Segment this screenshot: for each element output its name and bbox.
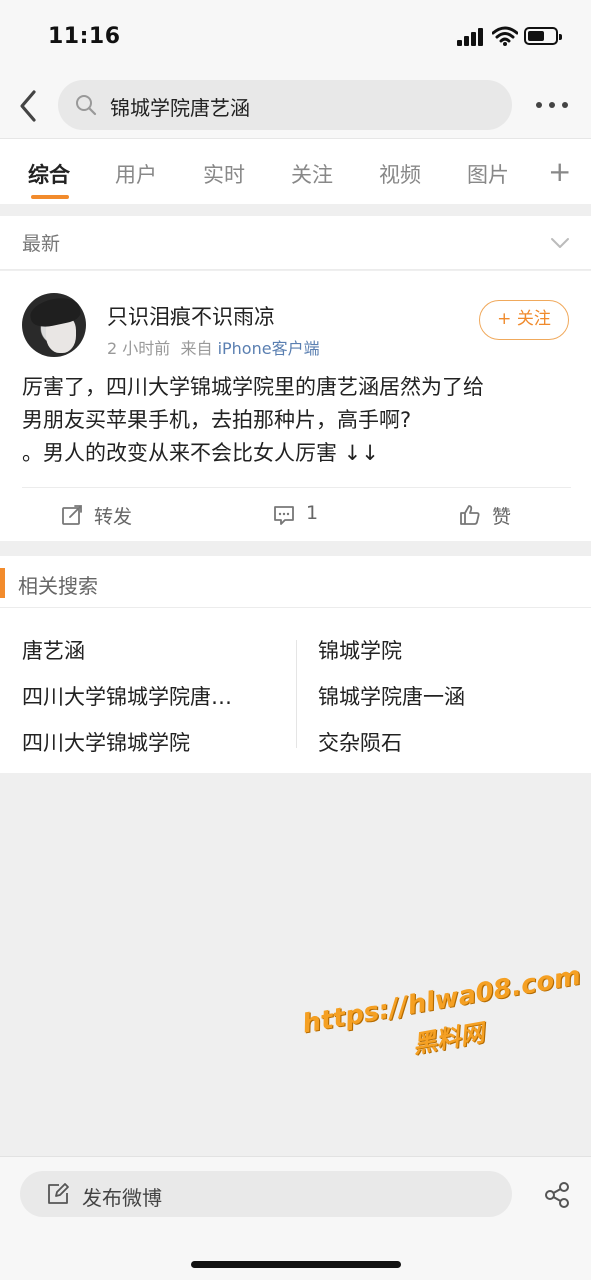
post-source-prefix: 来自: [180, 339, 213, 358]
weibo-post: 只识泪痕不识雨凉 2 小时前 来自 iPhone客户端 + 关注 厉害了，四川大…: [0, 271, 591, 541]
related-title: 相关搜索: [18, 574, 98, 598]
repost-icon: [62, 505, 82, 525]
edit-icon: [48, 1183, 69, 1204]
chevron-down-icon[interactable]: [550, 236, 570, 250]
comment-button[interactable]: 1: [272, 502, 352, 528]
related-header: 相关搜索: [0, 556, 591, 608]
battery-icon: [524, 27, 562, 45]
watermark: https://hlwa08.com 黑料网: [296, 960, 591, 1078]
back-arrow-icon[interactable]: [14, 86, 44, 126]
repost-label: 转发: [94, 506, 133, 528]
sort-bar[interactable]: 最新: [0, 216, 591, 270]
post-author-name[interactable]: 只识泪痕不识雨凉: [107, 301, 275, 331]
like-button[interactable]: 赞: [458, 502, 538, 528]
related-searches: 相关搜索 唐艺涵 四川大学锦城学院唐… 四川大学锦城学院 锦城学院 锦城学院唐一…: [0, 556, 591, 773]
search-header: 锦城学院唐艺涵: [0, 76, 591, 138]
sort-label: 最新: [22, 233, 61, 255]
column-divider: [296, 640, 297, 748]
tab-videos[interactable]: 视频: [379, 159, 421, 189]
cellular-signal-icon: [457, 28, 485, 46]
post-time: 2 小时前: [107, 339, 171, 358]
follow-button[interactable]: + 关注: [479, 300, 569, 340]
tab-comprehensive[interactable]: 综合: [28, 159, 70, 189]
active-tab-indicator: [31, 195, 69, 199]
post-text-line: 厉害了，四川大学锦城学院里的唐艺涵居然为了给: [22, 375, 484, 399]
avatar[interactable]: [22, 293, 86, 357]
post-content[interactable]: 厉害了，四川大学锦城学院里的唐艺涵居然为了给 男朋友买苹果手机，去拍那种片，高手…: [22, 371, 577, 470]
search-input[interactable]: 锦城学院唐艺涵: [58, 80, 512, 130]
post-meta: 2 小时前 来自 iPhone客户端: [107, 335, 320, 359]
section-accent-bar: [0, 568, 5, 598]
status-bar: 11:16: [0, 0, 591, 76]
wifi-icon: [492, 26, 518, 46]
post-text-line: 。男人的改变从来不会比女人厉害 ↓↓: [22, 441, 379, 465]
tab-users[interactable]: 用户: [115, 159, 157, 189]
related-item[interactable]: 锦城学院: [318, 635, 402, 665]
search-query: 锦城学院唐艺涵: [110, 96, 250, 120]
post-source[interactable]: iPhone客户端: [218, 339, 320, 358]
like-label: 赞: [492, 506, 512, 528]
thumbs-up-icon: [460, 505, 480, 525]
search-icon: [76, 95, 97, 116]
status-time: 11:16: [48, 24, 121, 49]
tab-following[interactable]: 关注: [291, 159, 333, 189]
related-item[interactable]: 四川大学锦城学院唐…: [22, 681, 232, 711]
repost-button[interactable]: 转发: [60, 502, 160, 528]
comment-count: 1: [306, 502, 319, 524]
post-text-line: 男朋友买苹果手机，去拍那种片，高手啊?: [22, 408, 412, 432]
bottom-bar: 发布微博: [0, 1156, 591, 1280]
add-tab-button[interactable]: +: [548, 155, 571, 188]
more-options-icon[interactable]: [532, 94, 572, 114]
related-item[interactable]: 交杂陨石: [318, 727, 402, 757]
search-tabs: 综合 用户 实时 关注 视频 图片 +: [0, 138, 591, 204]
comment-icon: [274, 506, 294, 525]
related-item[interactable]: 锦城学院唐一涵: [318, 681, 465, 711]
post-actions: 转发 1 赞: [22, 487, 571, 541]
home-indicator: [191, 1261, 401, 1268]
share-icon[interactable]: [543, 1181, 571, 1209]
tab-realtime[interactable]: 实时: [203, 159, 245, 189]
tab-images[interactable]: 图片: [467, 159, 509, 189]
compose-button[interactable]: 发布微博: [20, 1171, 512, 1217]
related-item[interactable]: 四川大学锦城学院: [22, 727, 190, 757]
related-item[interactable]: 唐艺涵: [22, 635, 85, 665]
compose-label: 发布微博: [82, 1186, 162, 1210]
